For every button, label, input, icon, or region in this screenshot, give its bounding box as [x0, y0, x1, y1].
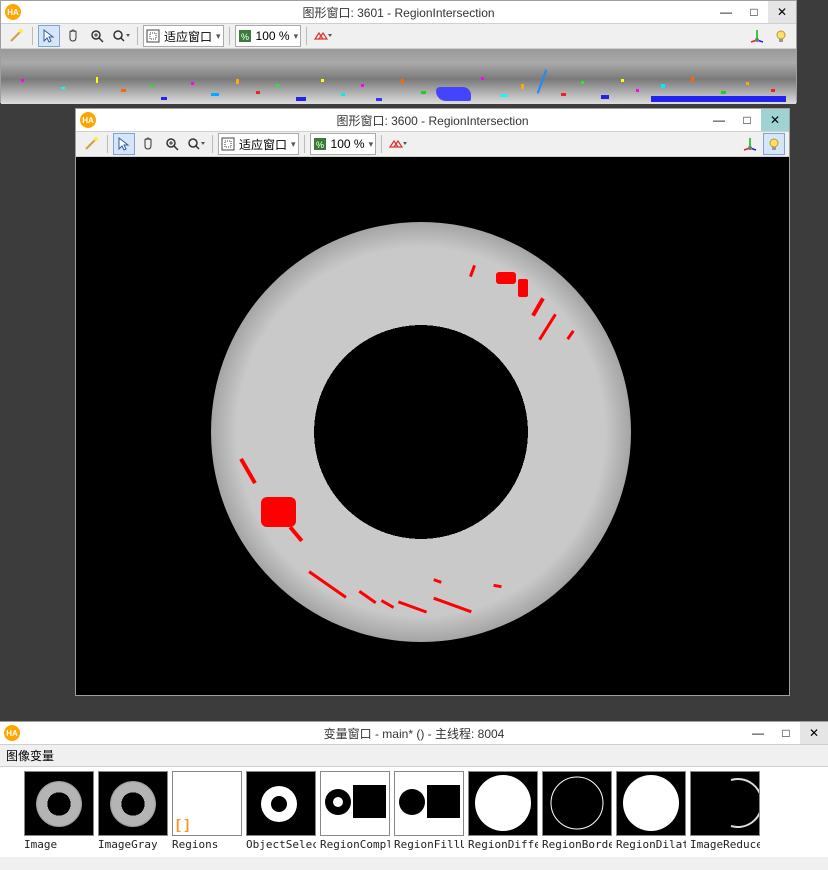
- var-item-regionborder[interactable]: RegionBorde: [542, 771, 612, 851]
- var-item-regiondifference[interactable]: RegionDiffe: [468, 771, 538, 851]
- separator: [212, 135, 213, 153]
- svg-text:%: %: [241, 32, 249, 42]
- pointer-icon[interactable]: [113, 133, 135, 155]
- var-item-objectselected[interactable]: ObjectSelec: [246, 771, 316, 851]
- separator: [381, 135, 382, 153]
- var-item-imagereduced[interactable]: ImageReduce: [690, 771, 760, 851]
- minimize-button[interactable]: —: [712, 1, 740, 23]
- bulb-icon[interactable]: [770, 25, 792, 47]
- var-item-regions[interactable]: [ ] Regions: [172, 771, 242, 851]
- fit-window-combo[interactable]: 适应窗口 ▾: [143, 25, 224, 47]
- zoom-in-icon[interactable]: [161, 133, 183, 155]
- fit-extents-icon: [146, 29, 160, 43]
- zoom-value: 100 %: [331, 137, 365, 151]
- graphics-window-3600: HA 图形窗口: 3600 - RegionIntersection — □ ✕…: [75, 108, 790, 696]
- titlebar-3600[interactable]: HA 图形窗口: 3600 - RegionIntersection — □ ✕: [76, 109, 789, 132]
- fit-window-label: 适应窗口: [164, 28, 212, 45]
- maximize-button[interactable]: □: [740, 1, 768, 23]
- toolbar-3601: 适应窗口 ▾ % 100 % ▾: [1, 24, 796, 49]
- zoom-combo[interactable]: % 100 % ▾: [235, 25, 302, 47]
- var-item-image[interactable]: Image: [24, 771, 94, 851]
- chevron-down-icon: ▾: [369, 139, 374, 150]
- toolbar-3600: 适应窗口 ▾ % 100 % ▾: [76, 132, 789, 157]
- maximize-button[interactable]: □: [733, 109, 761, 131]
- titlebar-3601[interactable]: HA 图形窗口: 3601 - RegionIntersection — □ ✕: [1, 1, 796, 24]
- minimize-button[interactable]: —: [705, 109, 733, 131]
- halcon-logo-icon: HA: [80, 112, 96, 128]
- bulb-icon[interactable]: [763, 133, 785, 155]
- close-button[interactable]: ✕: [761, 109, 789, 131]
- titlebar-varwin[interactable]: HA 变量窗口 - main* () - 主线程: 8004 — □ ✕: [0, 722, 828, 745]
- chevron-down-icon: ▾: [216, 31, 221, 42]
- percent-icon: %: [238, 29, 252, 43]
- variable-window: HA 变量窗口 - main* () - 主线程: 8004 — □ ✕ 图像变…: [0, 721, 828, 870]
- zoom-dropdown-icon[interactable]: [110, 25, 132, 47]
- window-title: 图形窗口: 3600 - RegionIntersection: [76, 112, 789, 129]
- window-title: 图形窗口: 3601 - RegionIntersection: [1, 4, 796, 21]
- var-item-regiondilation[interactable]: RegionDilat: [616, 771, 686, 851]
- zoom-value: 100 %: [256, 29, 290, 43]
- halcon-logo-icon: HA: [4, 725, 20, 741]
- separator: [229, 27, 230, 45]
- pan-hand-icon[interactable]: [137, 133, 159, 155]
- percent-icon: %: [313, 137, 327, 151]
- axes-3d-icon[interactable]: [746, 25, 768, 47]
- fit-extents-icon: [221, 137, 235, 151]
- separator: [306, 27, 307, 45]
- svg-text:%: %: [316, 140, 324, 150]
- image-variables-row: Image ImageGray [ ] Regions ObjectSelec …: [0, 766, 828, 857]
- close-button[interactable]: ✕: [800, 722, 828, 744]
- var-item-regioncomplement[interactable]: RegionCompl: [320, 771, 390, 851]
- minimize-button[interactable]: —: [744, 722, 772, 744]
- clear-overlay-icon[interactable]: [387, 133, 409, 155]
- zoom-combo[interactable]: % 100 % ▾: [310, 133, 377, 155]
- separator: [32, 27, 33, 45]
- window-title: 变量窗口 - main* () - 主线程: 8004: [0, 725, 828, 742]
- pointer-icon[interactable]: [38, 25, 60, 47]
- var-item-imagegray[interactable]: ImageGray: [98, 771, 168, 851]
- maximize-button[interactable]: □: [772, 722, 800, 744]
- halcon-logo-icon: HA: [5, 4, 21, 20]
- zoom-dropdown-icon[interactable]: [185, 133, 207, 155]
- image-canvas-3600[interactable]: [76, 157, 789, 695]
- close-button[interactable]: ✕: [768, 1, 796, 23]
- clear-overlay-icon[interactable]: [312, 25, 334, 47]
- separator: [137, 27, 138, 45]
- separator: [107, 135, 108, 153]
- graphics-window-3601: HA 图形窗口: 3601 - RegionIntersection — □ ✕…: [0, 0, 797, 103]
- separator: [304, 135, 305, 153]
- chevron-down-icon: ▾: [294, 31, 299, 42]
- fit-window-label: 适应窗口: [239, 136, 287, 153]
- image-canvas-3601[interactable]: [1, 49, 796, 104]
- ring-image: [211, 222, 631, 642]
- axes-3d-icon[interactable]: [739, 133, 761, 155]
- fit-window-combo[interactable]: 适应窗口 ▾: [218, 133, 299, 155]
- wand-icon[interactable]: [80, 133, 102, 155]
- wand-icon[interactable]: [5, 25, 27, 47]
- chevron-down-icon: ▾: [291, 139, 296, 150]
- var-item-regionfillup[interactable]: RegionFillU: [394, 771, 464, 851]
- pan-hand-icon[interactable]: [62, 25, 84, 47]
- zoom-in-icon[interactable]: [86, 25, 108, 47]
- image-variables-label: 图像变量: [0, 745, 828, 766]
